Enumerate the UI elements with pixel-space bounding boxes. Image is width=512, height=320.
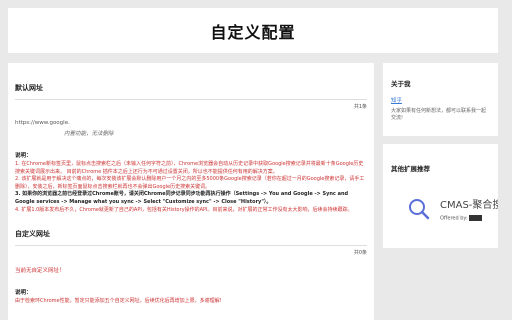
default-url-section: 默认网址 共1条 https://www.google. 内置功能，无法删除 说… [8,83,374,214]
default-url-description: 内置功能，无法删除 [64,131,114,137]
note-item: 2. 该扩展就是用于解决这个痛点的，每次安装该扩展会默认删除用户一个月之内的至多… [15,176,365,190]
default-url-count: 共1条 [353,104,367,110]
extension-author: Offered by: [440,215,483,222]
about-title: 关于我 [391,80,411,88]
note-item: 3. 如果你的浏览器之前已经登录过Chrome账号，请关闭Chrome同步记录同… [15,191,349,205]
custom-note-label: 说明： [15,290,32,297]
custom-note: 由于检索环Chrome性能，暂定只能添加五个自定义网址，后续优化后再增加上限，多… [15,298,222,305]
default-url-title: 默认网址 [15,84,43,92]
custom-url-title: 自定义网址 [15,230,50,239]
about-text: 大家如果有任何新想法，都可以联系我一起交流! [391,108,487,121]
extension-card[interactable]: CMAS-聚合搜 Offered by: [407,191,498,231]
note-item: 4. 扩展1.0版本发布后不久，Chrome就更新了自己的API，包括有关His… [15,206,353,213]
custom-url-empty: 当前无自定义网址！ [15,268,65,275]
recommend-title: 其他扩展推荐 [391,165,430,173]
default-url-value: https://www.google. [15,120,70,126]
custom-url-count: 共0条 [353,250,367,257]
recommend-panel: 其他扩展推荐 CMAS-聚合搜 Offered by: [383,144,498,248]
author-name [469,215,483,221]
note-item: 1. 在Chrome新标签页里，鼠标点击搜索栏之后（未输入任何字符之前），Chr… [15,161,364,175]
zhihu-link[interactable]: 知乎 [391,96,490,104]
default-note-label: 说明： [15,153,32,159]
page-header: 自定义配置 [8,8,498,53]
extension-name: CMAS-聚合搜 [440,200,498,211]
offered-by-label: Offered by: [440,215,468,222]
about-panel: 关于我 知乎 大家如果有任何新想法，都可以联系我一起交流! [383,63,498,136]
default-notes: 1. 在Chrome新标签页里，鼠标点击搜索栏之后（未输入任何字符之前），Chr… [15,161,367,214]
divider [15,245,367,247]
search-icon [407,197,431,225]
main-panel: 默认网址 共1条 https://www.google. 内置功能，无法删除 说… [8,63,374,320]
divider [15,99,367,100]
custom-url-section: 自定义网址 共0条 当前无自定义网址！ 说明： 由于检索环Chrome性能，暂定… [8,229,374,306]
page-title: 自定义配置 [210,22,296,42]
